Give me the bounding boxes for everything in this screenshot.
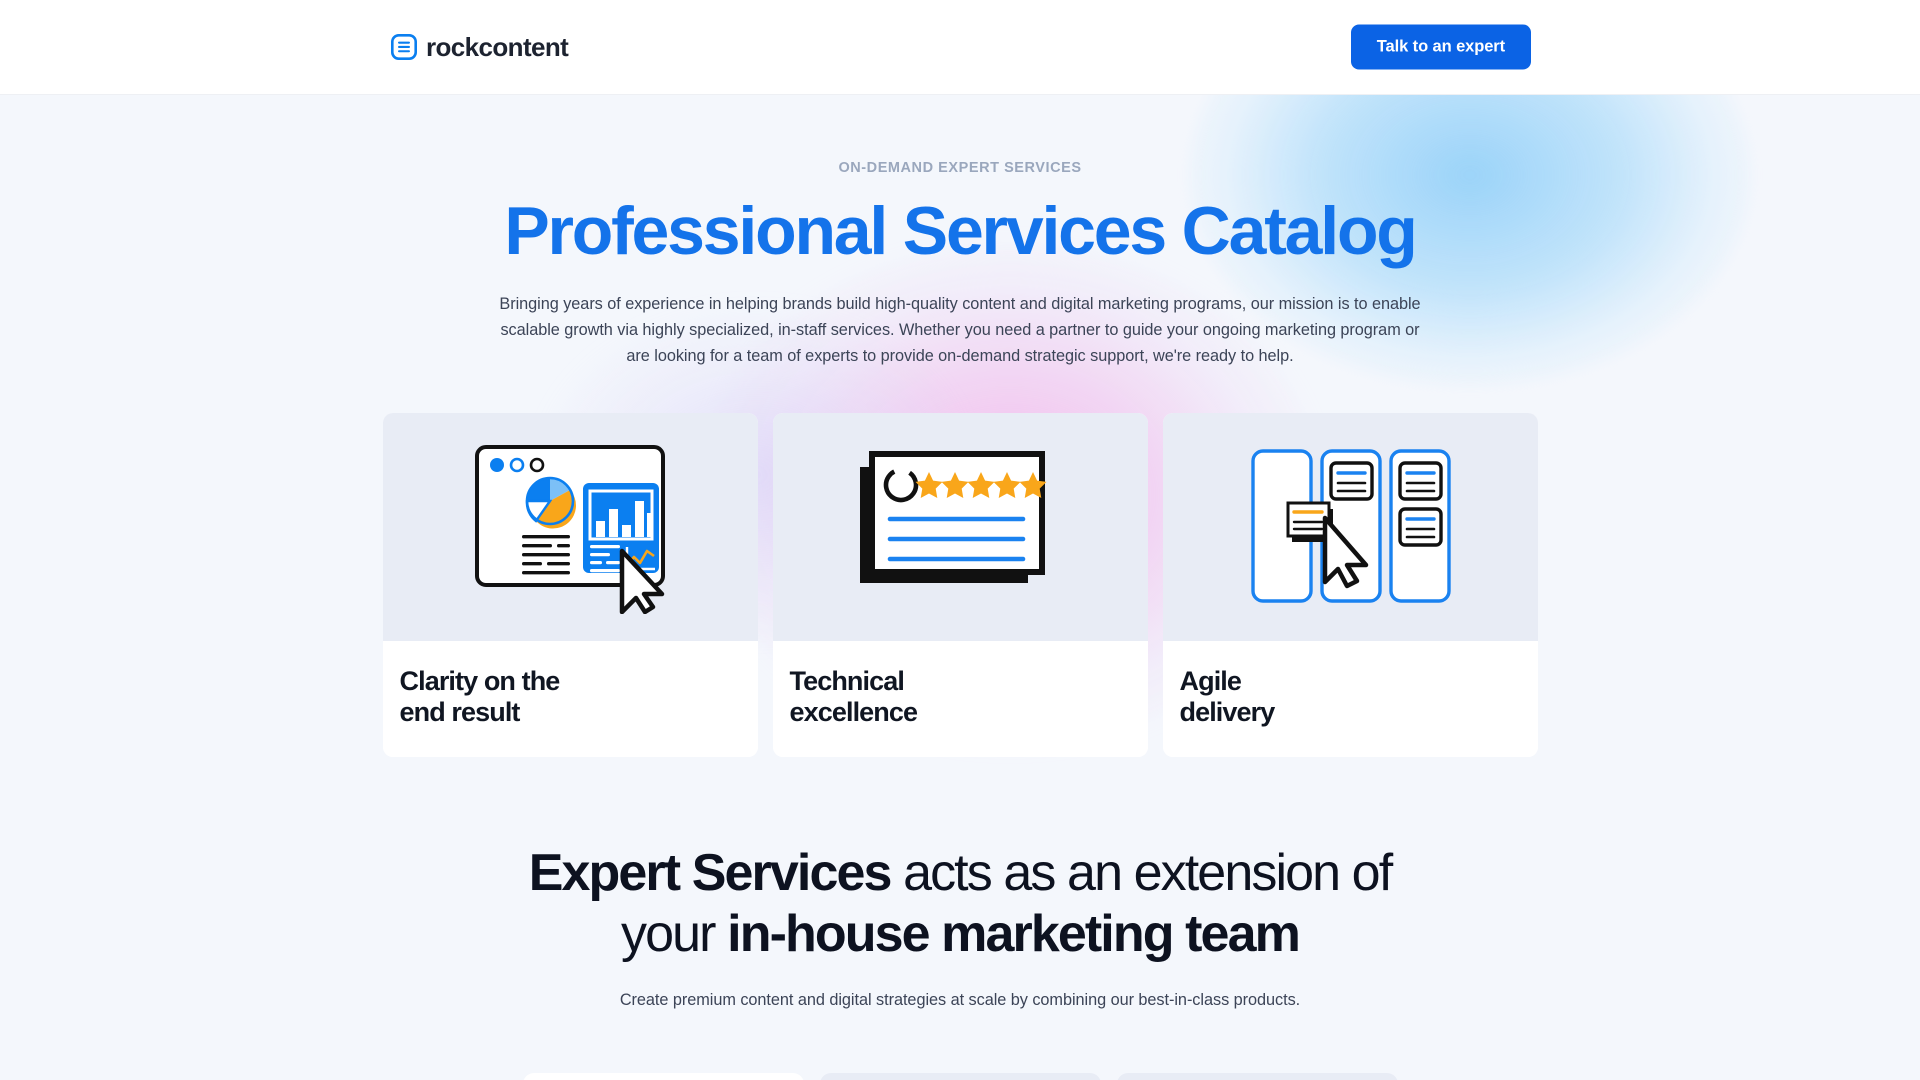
extension-title-bold-1: Expert Services xyxy=(528,843,893,902)
feature-card-body: Agile delivery xyxy=(1162,640,1538,757)
page-title: Professional Services Catalog xyxy=(504,192,1417,269)
feature-card[interactable]: Agile delivery xyxy=(1162,412,1538,757)
feature-card-body: Clarity on the end result xyxy=(382,640,758,757)
extension-section-subtitle: Create premium content and digital strat… xyxy=(619,990,1301,1009)
feature-card-title: Technical excellence xyxy=(789,665,919,728)
feature-card-title: Agile delivery xyxy=(1179,665,1276,728)
logo-link[interactable]: rockcontent xyxy=(391,32,569,62)
hero-section: ON-DEMAND EXPERT SERVICES Professional S… xyxy=(0,95,1920,1080)
product-tab[interactable] xyxy=(1116,1072,1398,1080)
talk-to-an-expert-button[interactable]: Talk to an expert xyxy=(1350,24,1531,70)
product-tab[interactable] xyxy=(522,1072,804,1080)
feature-card[interactable]: Clarity on the end result xyxy=(382,412,758,757)
extension-section: Expert Services acts as an extension of … xyxy=(420,843,1500,1013)
extension-title-bold-2: in-house marketing team xyxy=(727,904,1301,963)
feature-card-list: Clarity on the end result Technical exce… xyxy=(382,412,1538,757)
rockcontent-list-mark-icon xyxy=(391,34,417,60)
five-star-review-card-illustration xyxy=(772,412,1148,641)
extension-title-light-1: acts as an extension of xyxy=(890,843,1393,902)
product-tab-list xyxy=(522,1072,1398,1080)
feature-card-title: Clarity on the end result xyxy=(399,665,561,728)
hero-content: ON-DEMAND EXPERT SERVICES Professional S… xyxy=(384,95,1536,370)
feature-card-body: Technical excellence xyxy=(772,640,1148,757)
logo-wordmark: rockcontent xyxy=(426,32,569,62)
site-header: rockcontent Talk to an expert xyxy=(0,0,1920,95)
hero-eyebrow: ON-DEMAND EXPERT SERVICES xyxy=(838,160,1082,176)
product-tab[interactable] xyxy=(819,1072,1101,1080)
extension-section-title: Expert Services acts as an extension of … xyxy=(420,843,1500,965)
kanban-board-cursor-illustration xyxy=(1162,412,1538,641)
dashboard-analytics-cursor-illustration xyxy=(382,412,758,641)
feature-card[interactable]: Technical excellence xyxy=(772,412,1148,757)
extension-title-light-2: your xyxy=(621,904,728,963)
hero-subtitle: Bringing years of experience in helping … xyxy=(499,294,1421,366)
